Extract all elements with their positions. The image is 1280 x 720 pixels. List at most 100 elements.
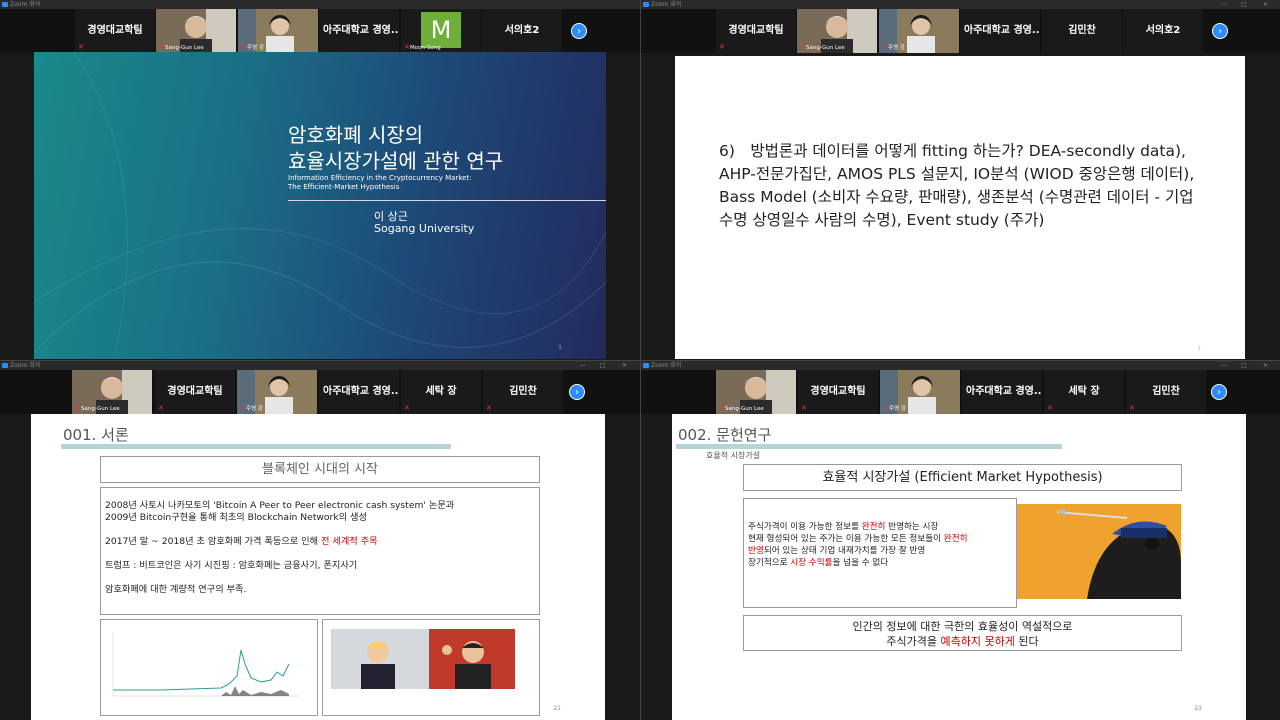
participant-name: 아주대학교 경영... [323,25,399,36]
page-number: 21 [553,705,561,712]
participant-tile[interactable]: 김민찬 ✕ [483,370,563,414]
heading-bar [676,444,1062,449]
window-titlebar: Zoom 회의 — □ ✕ [641,0,1280,9]
participant-name: 주영 강 [246,406,263,412]
participant-tile[interactable]: ✕ 주영 강 [879,9,959,53]
muted-mic-icon: ✕ [882,43,888,51]
next-page-button[interactable]: › [1211,384,1227,400]
participant-name: 주영 강 [247,45,264,51]
participant-strip[interactable]: ✕ Sang-Gun Lee 경영대교학팀 ✕ ✕ 주영 강 아주대학교 경영... … [641,370,1280,414]
next-page-button[interactable]: › [571,23,587,39]
muted-mic-icon: ✕ [486,404,492,412]
participant-tile[interactable]: M ✕ Moon-Song [401,9,481,53]
participant-name: 아주대학교 경영... [966,386,1042,397]
participant-name: 아주대학교 경영... [964,25,1040,36]
participant-tile[interactable]: 김민찬 [1042,9,1122,53]
participant-name: 서의호2 [504,25,540,36]
participant-strip[interactable]: ✕ Sang-Gun Lee 경영대교학팀 ✕ ✕ 주영 강 아주대학교 경영... … [0,370,640,414]
window-titlebar: Zoom 회의 — □ ✕ [0,361,640,370]
participant-tile[interactable]: 경영대교학팀 ✕ [155,370,235,414]
page-number: 1 [558,344,562,351]
participant-tile[interactable]: 세탁 장 ✕ [1044,370,1124,414]
participant-tile[interactable]: 김민찬 ✕ [1126,370,1206,414]
paragraph: 2017년 말 ~ 2018년 초 암호화폐 가격 폭등으로 인해 전 세계적 … [105,536,378,547]
bitcoin-price-chart-icon [107,626,311,708]
participant-name: 경영대교학팀 [167,386,223,397]
close-icon[interactable]: ✕ [1263,0,1268,9]
maximize-icon[interactable]: □ [1241,0,1247,9]
minimize-icon[interactable]: — [1221,0,1227,9]
muted-mic-icon: ✕ [75,404,81,412]
participant-tile[interactable]: 경영대교학팀 ✕ [798,370,878,414]
zoom-logo-icon [643,363,649,368]
muted-mic-icon: ✕ [404,404,410,412]
participant-name: 세탁 장 [425,386,457,397]
minimize-icon[interactable]: — [1221,361,1227,370]
participant-name: 경영대교학팀 [728,25,784,36]
photo-box [322,619,540,716]
participant-tile[interactable]: 경영대교학팀 ✕ [75,9,155,53]
price-chart-image [100,619,318,716]
participant-name: 김민찬 [509,386,537,397]
participant-strip[interactable]: 경영대교학팀 ✕ ✕ Sang-Gun Lee ✕ 주영 강 아주대학교 경영... … [641,9,1280,53]
participant-tile[interactable]: 서의호2 [482,9,562,53]
muted-mic-icon: ✕ [800,43,806,51]
maximize-icon[interactable]: □ [600,361,606,370]
participant-tile-active-speaker[interactable]: ✕ Sang-Gun Lee [797,9,877,53]
participant-name: 주영 강 [889,406,906,412]
participant-name: Sang-Gun Lee [165,45,204,51]
slide-body-text: 6) 방법론과 데이터를 어떻게 fitting 하는가? DEA-second… [719,142,1195,229]
participant-tile[interactable]: ✕ Sang-Gun Lee [156,9,236,53]
slide-subtitle: Information Efficiency in the Cryptocurr… [288,174,472,191]
participant-tile[interactable]: 아주대학교 경영... [960,9,1040,53]
muted-mic-icon: ✕ [241,43,247,51]
muted-mic-icon: ✕ [1047,404,1053,412]
window-titlebar: Zoom 회의 — □ ✕ [641,361,1280,370]
participant-tile[interactable]: 서의호2 [1123,9,1203,53]
close-icon[interactable]: ✕ [622,361,627,370]
maximize-icon[interactable]: □ [1241,361,1247,370]
window-title: Zoom 회의 [10,362,41,369]
next-page-button[interactable]: › [1212,23,1228,39]
heading-bar [61,444,451,449]
participant-tile[interactable]: ✕ 주영 강 [880,370,960,414]
zoom-logo-icon [2,363,8,368]
conclusion-box: 인간의 정보에 대한 극한의 효율성이 역설적으로 주식가격을 예측하지 못하게… [743,615,1182,651]
paragraph: 2008년 사토시 나카모토의 'Bitcoin A Peer to Peer … [105,500,455,523]
participant-tile[interactable]: 경영대교학팀 ✕ [716,9,796,53]
avatar: M [421,12,461,48]
participant-tile[interactable]: ✕ Sang-Gun Lee [716,370,796,414]
window-title: Zoom 회의 [10,1,41,8]
text-line: 인간의 정보에 대한 극한의 효율성이 역설적으로 [852,620,1073,633]
close-icon[interactable]: ✕ [1263,361,1268,370]
participant-strip[interactable]: 경영대교학팀 ✕ ✕ Sang-Gun Lee ✕ 주영 강 아주대학교 경영... … [0,9,640,53]
participant-name: 주영 강 [888,45,905,51]
page-number: 7 [1197,346,1201,353]
participant-tile[interactable]: ✕ 주영 강 [237,370,317,414]
text-line: 주식가격을 예측하지 못하게 된다 [886,635,1039,648]
paragraph: 트럼프 : 비트코인은 사기 시진핑 : 암호화폐는 금융사기, 폰지사기 [105,560,358,571]
participant-tile[interactable]: 세탁 장 ✕ [401,370,481,414]
participant-name: 세탁 장 [1068,386,1100,397]
participant-name: 서의호2 [1145,25,1181,36]
participant-tile-active-speaker[interactable]: ✕ Sang-Gun Lee [72,370,152,414]
page-number: 23 [1194,705,1202,712]
muted-mic-icon: ✕ [159,43,165,51]
zoom-logo-icon [2,2,8,7]
zoom-logo-icon [643,2,649,7]
affiliation: Sogang University [374,222,475,235]
participant-name: 아주대학교 경영... [323,386,399,397]
participant-tile[interactable]: ✕ 주영 강 [238,9,318,53]
participant-tile[interactable]: 아주대학교 경영... [319,9,399,53]
text-line: 반영되어 있는 상태 기업 내재가치를 가장 잘 반영 [748,546,926,556]
participant-name: Moon-Song [410,45,441,51]
participant-tile[interactable]: 아주대학교 경영... [319,370,399,414]
window-title: Zoom 회의 [651,1,682,8]
minimize-icon[interactable]: — [580,361,586,370]
muted-mic-icon: ✕ [1129,404,1135,412]
decorative-waves [34,52,606,359]
participant-tile[interactable]: 아주대학교 경영... [962,370,1042,414]
muted-mic-icon: ✕ [801,404,807,412]
muted-mic-icon: ✕ [719,43,725,51]
next-page-button[interactable]: › [569,384,585,400]
